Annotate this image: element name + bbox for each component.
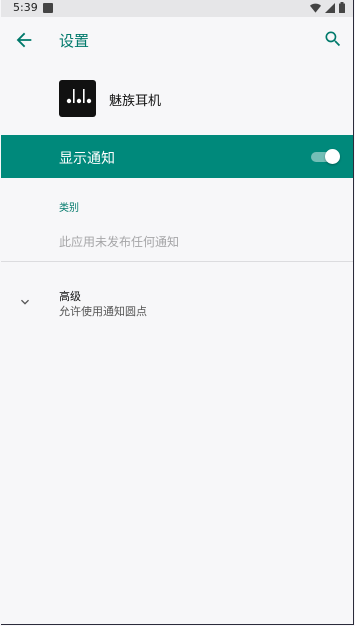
wifi-icon — [310, 3, 321, 13]
app-icon — [59, 80, 96, 117]
app-name: 魅族耳机 — [109, 94, 162, 109]
search-icon — [325, 31, 341, 47]
advanced-title: 高级 — [59, 290, 81, 303]
settings-screen: 5:39 设置 魅族耳机 显示通知 类别 此应用未发布任何通知 高级 允许使用通… — [1, 0, 354, 625]
show-notifications-row[interactable]: 显示通知 — [1, 135, 353, 178]
notification-indicator-icon — [43, 3, 53, 13]
show-notifications-label: 显示通知 — [59, 151, 115, 167]
app-info-header: 魅族耳机 — [1, 63, 353, 135]
earphone-logo-icon — [66, 89, 92, 104]
app-bar: 设置 — [1, 17, 353, 63]
divider — [1, 261, 353, 262]
chevron-down-icon — [21, 299, 29, 305]
category-header: 类别 — [59, 203, 79, 214]
back-button[interactable] — [13, 29, 35, 51]
status-time: 5:39 — [13, 1, 38, 14]
signal-icon — [325, 2, 335, 13]
arrow-back-icon — [16, 32, 32, 48]
status-icons — [310, 2, 345, 13]
status-bar: 5:39 — [1, 0, 353, 17]
show-notifications-switch[interactable] — [311, 149, 340, 164]
page-title: 设置 — [59, 32, 90, 50]
battery-icon — [339, 2, 345, 13]
no-notifications-message: 此应用未发布任何通知 — [59, 235, 180, 249]
advanced-summary: 允许使用通知圆点 — [59, 305, 147, 318]
advanced-settings-row[interactable]: 高级 允许使用通知圆点 — [1, 280, 353, 324]
search-button[interactable] — [323, 29, 343, 49]
switch-thumb — [325, 149, 340, 164]
